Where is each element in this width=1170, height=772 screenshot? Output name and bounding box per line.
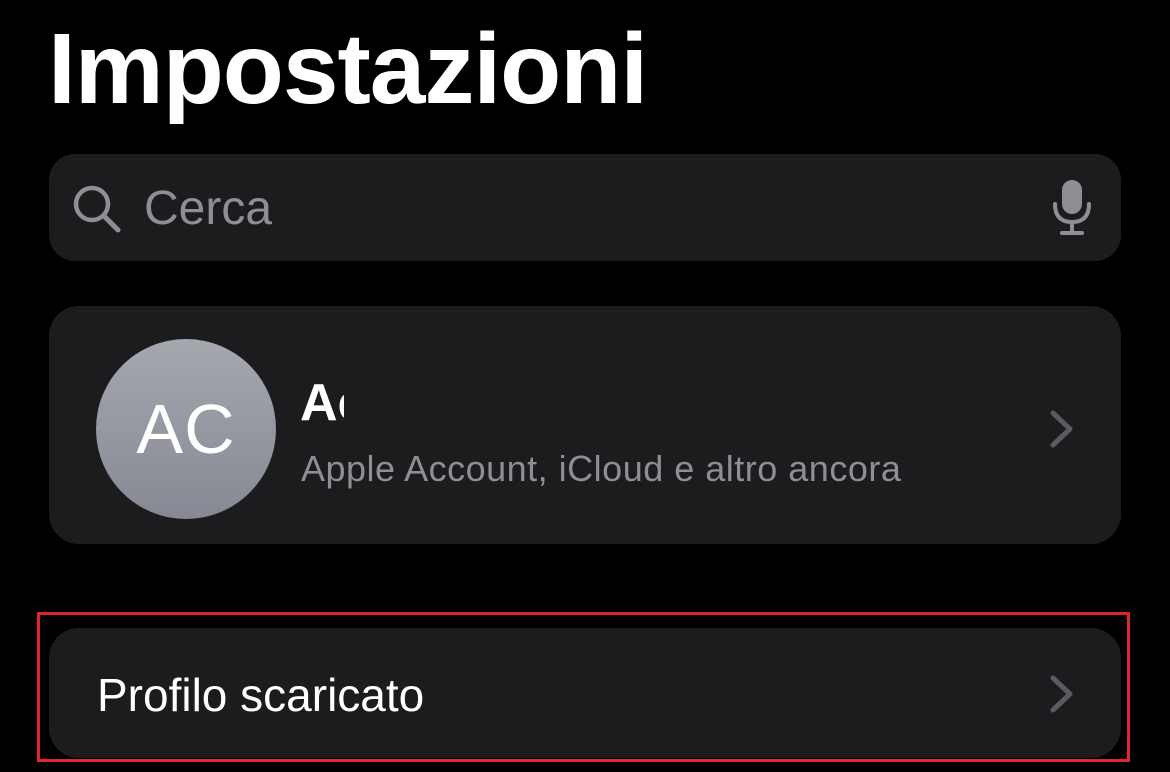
downloaded-profile-label: Profilo scaricato	[97, 669, 425, 721]
chevron-right-icon	[1050, 410, 1073, 448]
search-icon	[73, 185, 121, 233]
page-title: Impostazioni	[48, 13, 648, 125]
account-name: Ac	[300, 374, 344, 432]
chevron-right-icon	[1050, 675, 1073, 713]
mic-icon[interactable]	[1050, 178, 1094, 236]
account-subtitle: Apple Account, iCloud e altro ancora	[301, 448, 902, 489]
settings-screen: Impostazioni Cerca AC Ac Apple Account, …	[0, 0, 1170, 772]
avatar: AC	[96, 339, 276, 519]
account-name-container: Ac	[300, 372, 344, 434]
avatar-initials: AC	[136, 390, 236, 468]
search-placeholder[interactable]: Cerca	[144, 179, 272, 239]
